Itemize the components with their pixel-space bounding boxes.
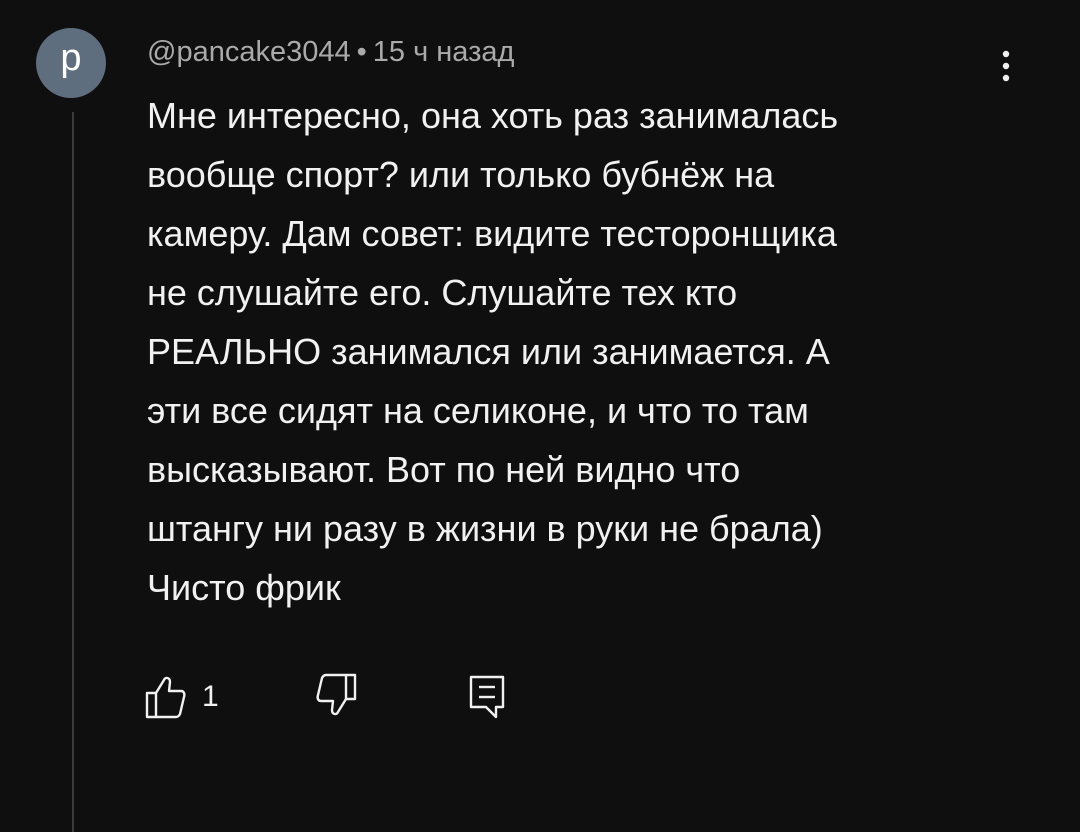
comment-text: Мне интересно, она хоть раз занималась в… bbox=[147, 86, 1007, 617]
comment-line: эти все сидят на селиконе, и что то там bbox=[147, 390, 809, 431]
comment-line: высказывают. Вот по ней видно что bbox=[147, 449, 741, 490]
comment-meta: @pancake3044 • 15 ч назад bbox=[147, 36, 514, 69]
more-options-button[interactable] bbox=[986, 42, 1026, 90]
comment-line: Мне интересно, она хоть раз занималась bbox=[147, 95, 839, 136]
avatar[interactable]: p bbox=[36, 28, 106, 98]
thread-line bbox=[72, 112, 74, 832]
more-vert-icon bbox=[1002, 50, 1010, 82]
reply-comment-icon bbox=[469, 675, 505, 719]
thumb-up-icon bbox=[145, 676, 186, 719]
meta-separator: • bbox=[356, 36, 367, 68]
comment-line: камеру. Дам совет: видите тестоpонщика bbox=[147, 213, 837, 254]
avatar-letter: p bbox=[60, 37, 82, 79]
comment-line: Чисто фрик bbox=[147, 567, 341, 608]
comment-time[interactable]: 15 ч назад bbox=[373, 36, 515, 68]
dislike-button[interactable] bbox=[314, 672, 358, 720]
comment-line: штангу ни разу в жизни в руки не брала) bbox=[147, 508, 823, 549]
like-count: 1 bbox=[202, 680, 219, 713]
like-button[interactable] bbox=[144, 672, 188, 720]
comment-line: вообще спорт? или только бубнёж на bbox=[147, 154, 775, 195]
reply-button[interactable] bbox=[466, 672, 510, 720]
comment-line: РЕАЛЬНО занимался или занимается. А bbox=[147, 331, 830, 372]
thumb-down-icon bbox=[316, 673, 357, 716]
author-name[interactable]: @pancake3044 bbox=[147, 36, 351, 68]
comment-line: не слушайте его. Слушайте тех кто bbox=[147, 272, 738, 313]
